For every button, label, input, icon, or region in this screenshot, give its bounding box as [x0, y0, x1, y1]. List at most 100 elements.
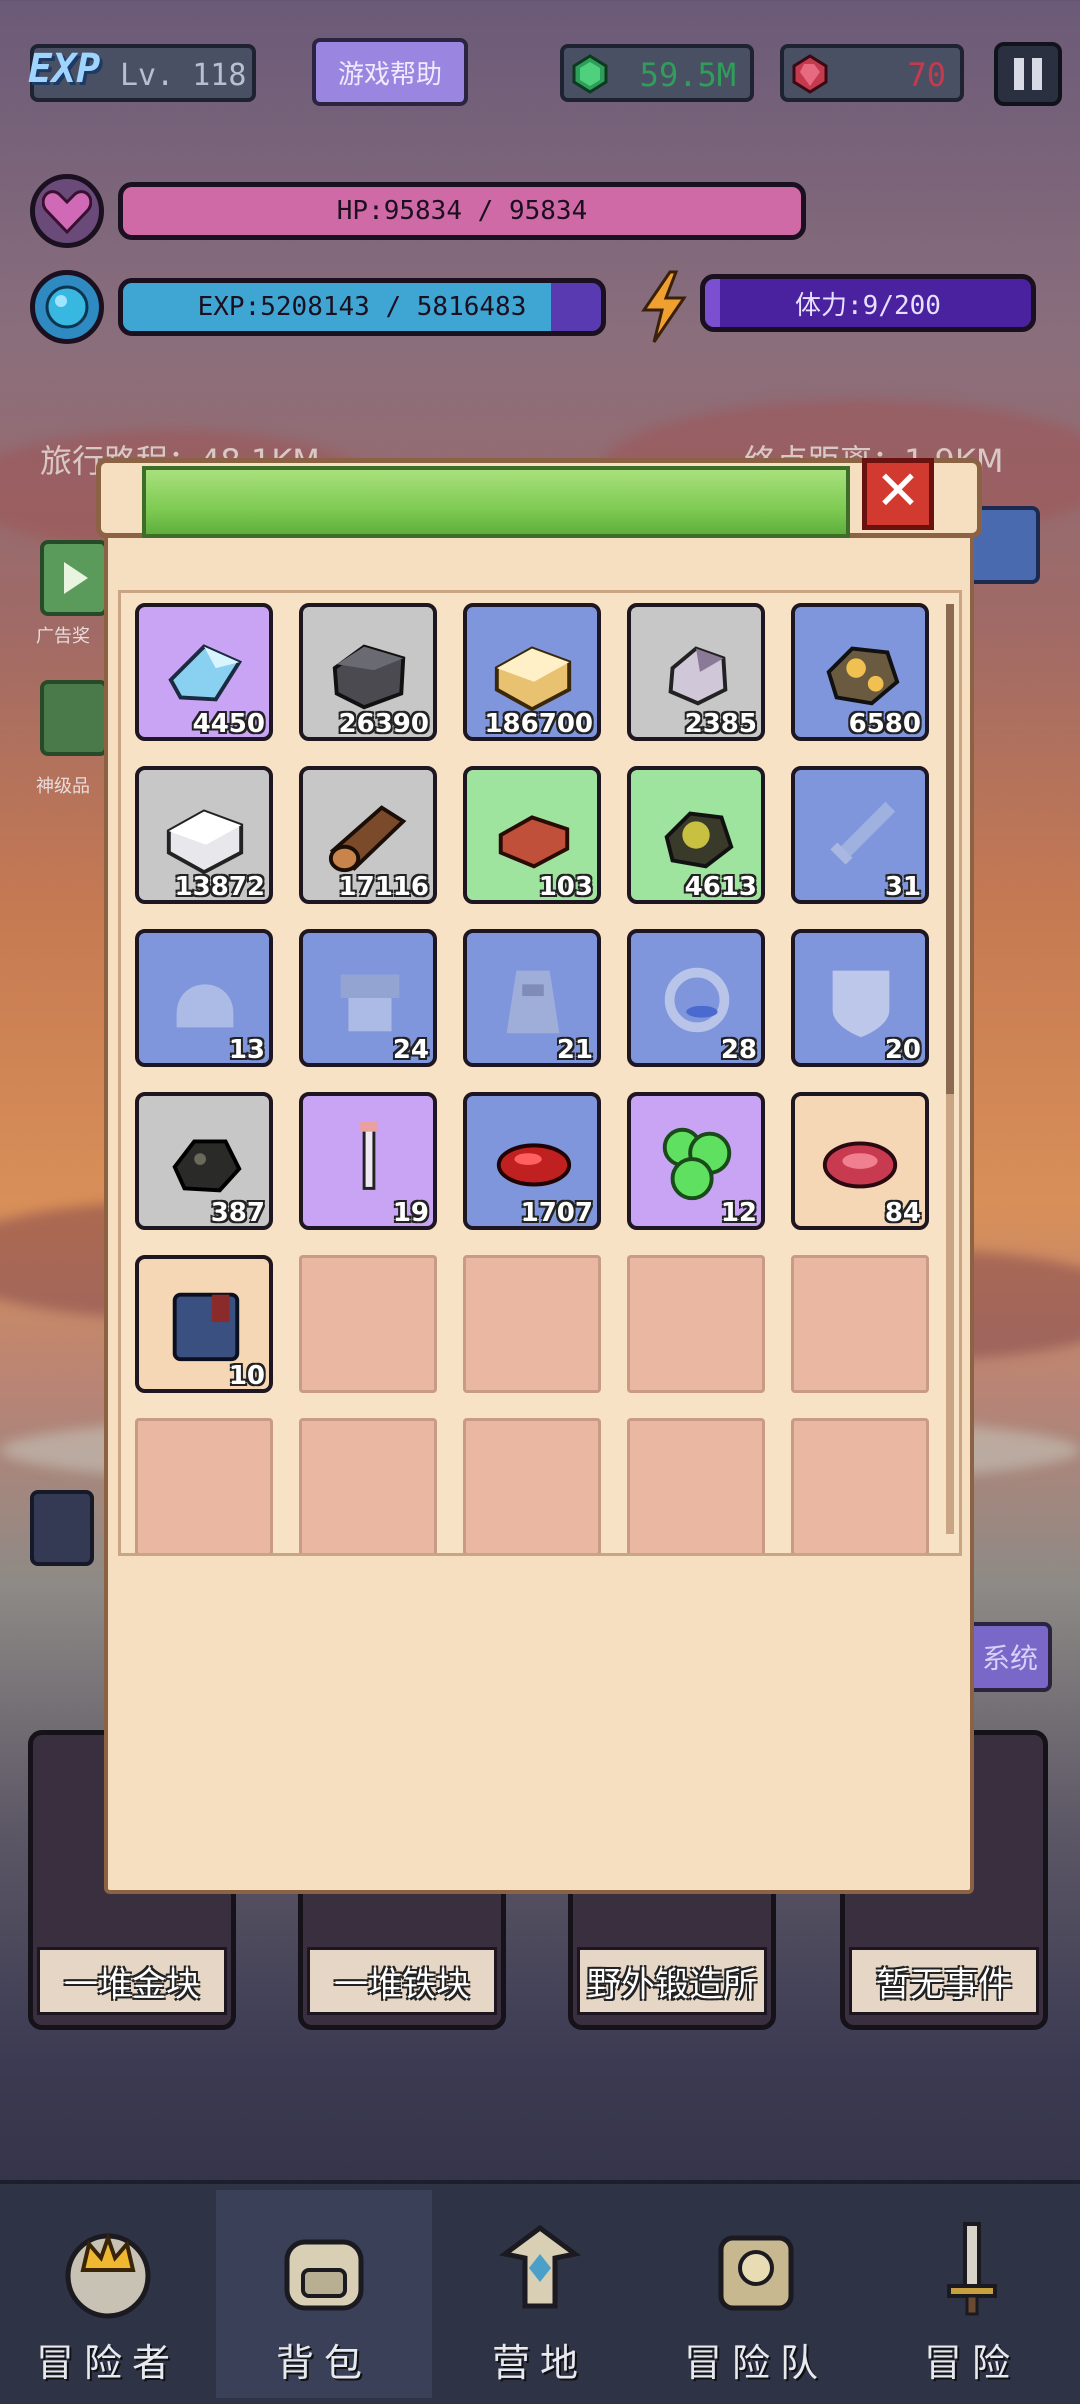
sword-icon [947, 2222, 997, 2316]
nav-label: 冒险者 [35, 2341, 180, 2385]
level-text: Lv. 118 [120, 58, 247, 93]
list-icon[interactable] [30, 1490, 94, 1566]
book-icon [172, 1292, 240, 1362]
inventory-slot[interactable]: 103 [463, 766, 601, 904]
item-count: 20 [884, 1035, 921, 1065]
red-currency-value: 70 [907, 56, 946, 94]
empty-slot[interactable] [299, 1255, 437, 1393]
stamina-bar: 体力:9/200 [700, 274, 1036, 332]
item-count: 4450 [192, 709, 265, 739]
sulfur-ore-icon [664, 811, 734, 869]
event-card-label: 一堆金块 [37, 1947, 227, 2015]
inventory-slot[interactable]: 387 [135, 1092, 273, 1230]
gold-ore-icon [826, 646, 900, 706]
lightning-icon [636, 270, 692, 344]
level-badge: EXP Lv. 118 [28, 44, 256, 102]
exp-logo: EXP [28, 46, 101, 92]
play-icon [64, 562, 88, 594]
item-count: 26390 [338, 709, 429, 739]
inventory-slot[interactable]: 31 [791, 766, 929, 904]
armor-blueprint-icon [340, 974, 400, 1032]
item-count: 1707 [520, 1198, 593, 1228]
stone-block-icon [166, 809, 244, 875]
crown-icon [65, 2231, 151, 2319]
inventory-slot[interactable]: 1707 [463, 1092, 601, 1230]
slime-icon [662, 1127, 732, 1201]
empty-slot[interactable] [463, 1418, 601, 1553]
ad-reward-button[interactable] [40, 540, 108, 616]
inventory-slot[interactable]: 12 [627, 1092, 765, 1230]
inventory-slot[interactable]: 13872 [135, 766, 273, 904]
inventory-slot[interactable]: 4450 [135, 603, 273, 741]
divine-item-button[interactable] [40, 680, 108, 756]
inventory-slot[interactable]: 17116 [299, 766, 437, 904]
inventory-slot[interactable]: 24 [299, 929, 437, 1067]
inventory-slot[interactable]: 20 [791, 929, 929, 1067]
item-count: 13872 [174, 872, 265, 902]
empty-slot[interactable] [627, 1418, 765, 1553]
inventory-slot[interactable]: 84 [791, 1092, 929, 1230]
red-currency: 70 [780, 44, 964, 102]
inventory-title-bar [142, 466, 850, 538]
nav-backpack[interactable]: 背包 [216, 2190, 432, 2398]
team-icon [718, 2235, 794, 2311]
inventory-slot[interactable]: 4613 [627, 766, 765, 904]
green-currency: 59.5M [560, 44, 754, 102]
item-count: 19 [392, 1198, 429, 1228]
robe-blueprint-icon [506, 970, 560, 1034]
iron-ore-icon [332, 644, 406, 710]
ring-blueprint-icon [664, 967, 730, 1033]
event-card-label: 暂无事件 [849, 1947, 1039, 2015]
nav-adventure[interactable]: 冒险 [864, 2190, 1080, 2398]
exp-text: EXP:5208143 / 5816483 [197, 292, 527, 322]
empty-slot[interactable] [135, 1418, 273, 1553]
item-count: 2385 [684, 709, 757, 739]
inventory-slot[interactable]: 13 [135, 929, 273, 1067]
inventory-slot[interactable]: 26390 [299, 603, 437, 741]
inventory-slot[interactable]: 19 [299, 1092, 437, 1230]
nav-label: 背包 [275, 2341, 372, 2385]
pause-button[interactable] [994, 42, 1062, 106]
inventory-slot[interactable]: 2385 [627, 603, 765, 741]
wood-log-icon [328, 805, 407, 873]
shield-blueprint-icon [832, 970, 890, 1038]
red-lens-icon [496, 1143, 572, 1187]
helmet-blueprint-icon [176, 984, 234, 1028]
hp-bar: HP:95834 / 95834 [118, 182, 806, 240]
empty-slot[interactable] [463, 1255, 601, 1393]
nav-adventurer[interactable]: 冒险者 [0, 2190, 216, 2398]
item-count: 21 [556, 1035, 593, 1065]
ad-reward-label: 广告奖 [36, 626, 90, 647]
nav-camp[interactable]: 营地 [432, 2190, 648, 2398]
wand-icon [360, 1121, 378, 1190]
inventory-slot[interactable]: 28 [627, 929, 765, 1067]
inventory-scroll-thumb[interactable] [946, 604, 954, 1094]
item-count: 13 [228, 1035, 265, 1065]
empty-slot[interactable] [299, 1418, 437, 1553]
event-card-label: 野外锻造所 [577, 1947, 767, 2015]
nav-team[interactable]: 冒险队 [648, 2190, 864, 2398]
green-currency-value: 59.5M [639, 56, 736, 94]
item-count: 28 [720, 1035, 757, 1065]
close-button[interactable]: ✕ [862, 458, 934, 530]
nav-label: 冒险队 [683, 2341, 828, 2385]
empty-slot[interactable] [791, 1418, 929, 1553]
item-count: 10 [228, 1361, 265, 1391]
inventory-slot[interactable]: 21 [463, 929, 601, 1067]
empty-slot[interactable] [791, 1255, 929, 1393]
item-count: 31 [884, 872, 921, 902]
inventory-slot[interactable]: 10 [135, 1255, 273, 1393]
exp-orb-icon [30, 270, 104, 344]
game-help-button[interactable]: 游戏帮助 [312, 38, 468, 106]
coal-icon [172, 1139, 242, 1193]
heart-icon [30, 174, 104, 248]
inventory-slot[interactable]: 186700 [463, 603, 601, 741]
ruby-icon [792, 54, 828, 94]
item-count: 24 [392, 1035, 429, 1065]
item-count: 186700 [484, 709, 593, 739]
item-count: 103 [538, 872, 593, 902]
crystal-icon [168, 644, 243, 702]
empty-slot[interactable] [627, 1255, 765, 1393]
item-count: 6580 [848, 709, 921, 739]
inventory-slot[interactable]: 6580 [791, 603, 929, 741]
